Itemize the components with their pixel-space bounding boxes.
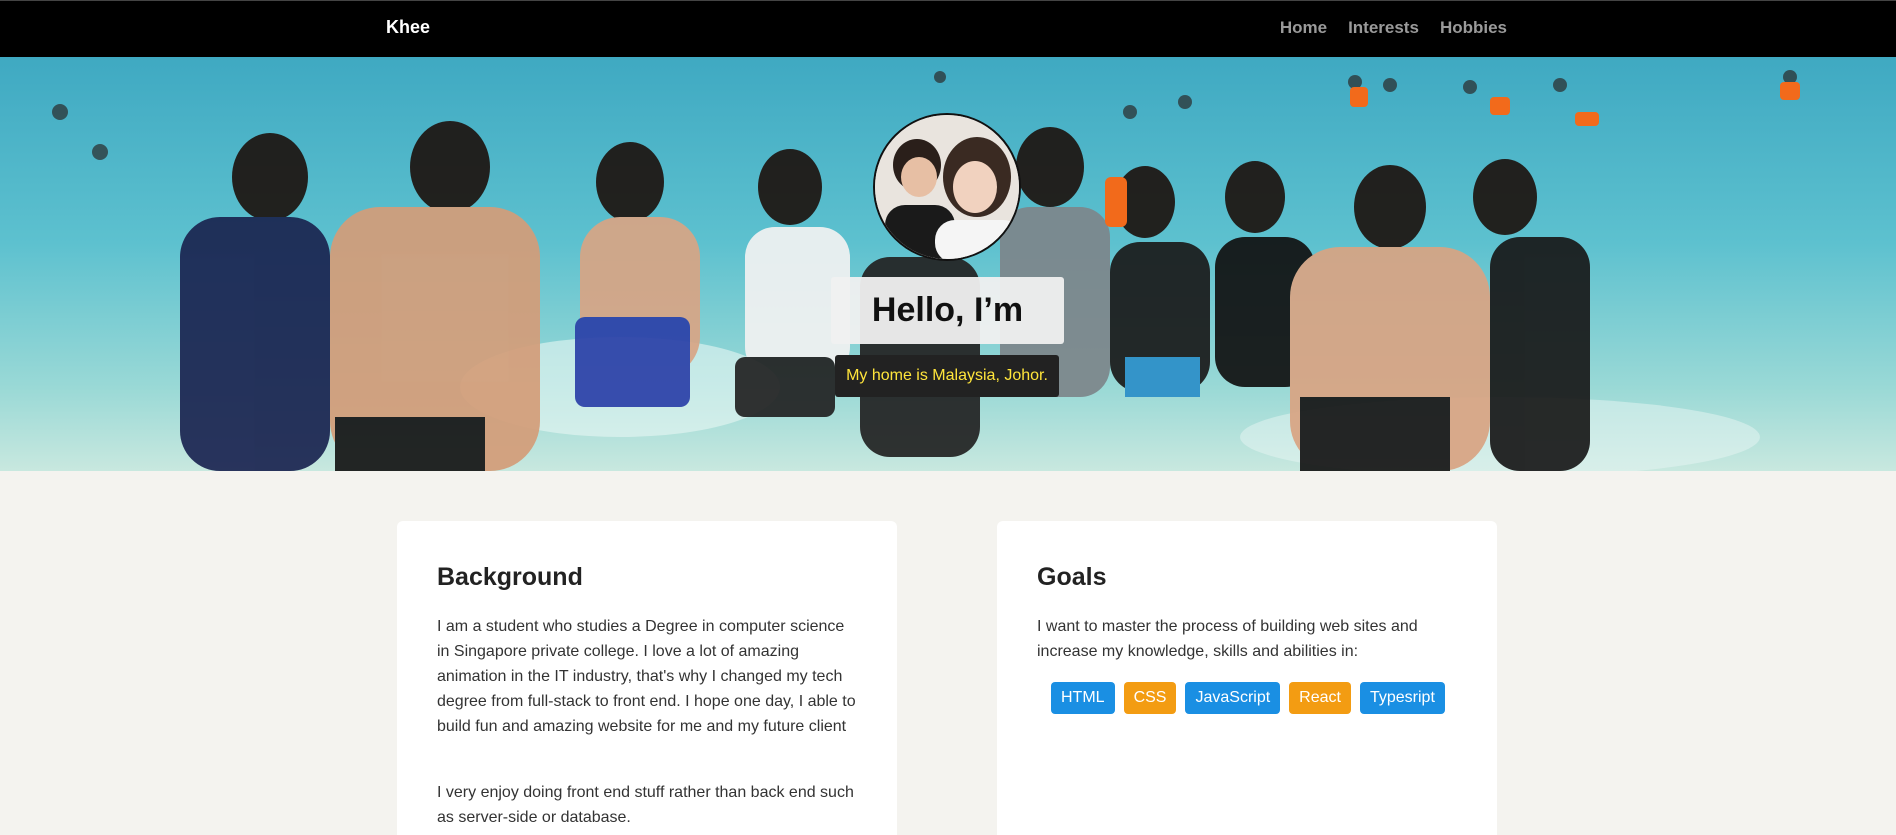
skill-tags: HTML CSS JavaScript React Typesript <box>1051 682 1445 714</box>
nav-links: Home Interests Hobbies <box>1280 18 1507 38</box>
background-heading: Background <box>437 563 583 591</box>
hero-banner: Hello, I’m Khee My home is Malaysia, Joh… <box>0 57 1896 471</box>
background-paragraph: I very enjoy doing front end stuff rathe… <box>437 784 854 826</box>
nav-link-hobbies[interactable]: Hobbies <box>1440 18 1507 38</box>
nav-link-interests[interactable]: Interests <box>1348 18 1419 38</box>
background-card: Background I am a student who studies a … <box>397 521 897 835</box>
brand-link[interactable]: Khee <box>386 17 430 38</box>
background-paragraph: I am a student who studies a Degree in c… <box>437 618 856 735</box>
skill-tag-css: CSS <box>1123 682 1177 714</box>
avatar-photo <box>875 115 1019 259</box>
hero-subtitle: My home is Malaysia, Johor. <box>835 355 1059 397</box>
skill-tag-typescript: Typesript <box>1359 682 1445 714</box>
nav-link-home[interactable]: Home <box>1280 18 1327 38</box>
skill-tag-react: React <box>1289 682 1351 714</box>
hero-title: Hello, I’m Khee <box>831 277 1064 396</box>
navbar: Khee Home Interests Hobbies <box>0 0 1896 57</box>
goals-card: Goals I want to master the process of bu… <box>997 521 1497 835</box>
skill-tag-javascript: JavaScript <box>1185 682 1281 714</box>
skill-tag-html: HTML <box>1051 682 1115 714</box>
profile-avatar <box>873 113 1021 261</box>
goals-intro: I want to master the process of building… <box>1037 618 1418 660</box>
goals-heading: Goals <box>1037 563 1107 591</box>
